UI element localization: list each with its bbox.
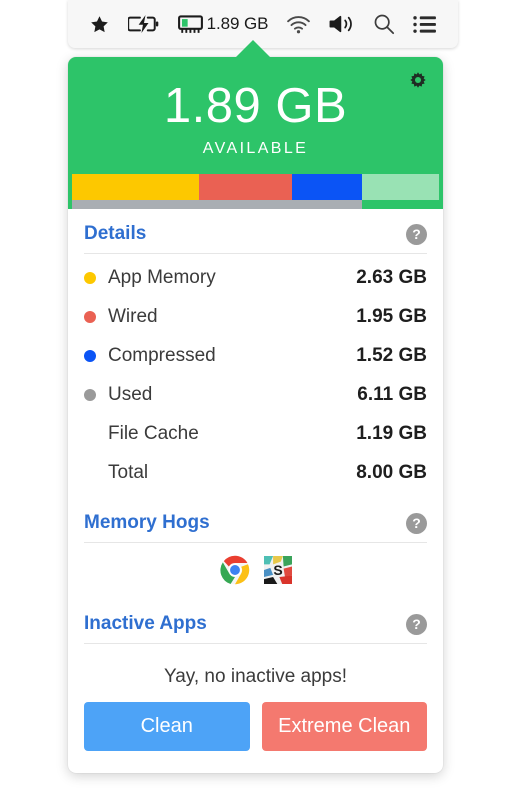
details-section-header: Details ? bbox=[68, 209, 443, 253]
legend-dot-icon bbox=[84, 310, 96, 323]
detail-row-value: 1.95 GB bbox=[356, 305, 427, 327]
legend-dot-icon bbox=[84, 349, 96, 362]
detail-row-label: File Cache bbox=[108, 422, 199, 444]
memory-bar-container bbox=[68, 174, 443, 201]
legend-dot-placeholder bbox=[84, 428, 96, 440]
detail-row-value: 2.63 GB bbox=[356, 266, 427, 288]
memory-hogs-title: Memory Hogs bbox=[84, 512, 210, 534]
list-icon[interactable] bbox=[413, 9, 437, 39]
memory-hogs-help-icon[interactable]: ? bbox=[406, 512, 427, 534]
ram-menu-value: 1.89 GB bbox=[206, 14, 269, 33]
inactive-apps-message: Yay, no inactive apps! bbox=[163, 666, 348, 688]
ram-chip-icon bbox=[177, 14, 203, 34]
clean-button[interactable]: Clean bbox=[84, 702, 250, 752]
gear-icon[interactable] bbox=[407, 69, 429, 91]
detail-row: Wired 1.95 GB bbox=[84, 297, 427, 336]
detail-row-label: Compressed bbox=[108, 344, 216, 366]
detail-row-label: Used bbox=[108, 383, 153, 405]
memory-bar bbox=[72, 174, 439, 201]
memory-hogs-list: S bbox=[68, 543, 443, 599]
detail-row: Total 8.00 GB bbox=[84, 453, 427, 492]
inactive-apps-help-icon[interactable]: ? bbox=[406, 613, 427, 635]
detail-row-label: Total bbox=[108, 461, 149, 483]
star-icon[interactable] bbox=[89, 9, 110, 39]
available-memory-label: AVAILABLE bbox=[202, 140, 309, 158]
details-help-icon[interactable]: ? bbox=[406, 223, 427, 245]
memory-hogs-section-header: Memory Hogs ? bbox=[68, 498, 443, 542]
available-memory-value: 1.89 GB bbox=[163, 79, 348, 133]
memory-bar-segment-compressed bbox=[292, 174, 362, 201]
inactive-apps-title: Inactive Apps bbox=[84, 613, 207, 635]
detail-row-value: 1.52 GB bbox=[356, 344, 427, 366]
battery-charging-icon[interactable] bbox=[127, 9, 160, 39]
detail-row-value: 1.19 GB bbox=[356, 422, 427, 444]
action-buttons: Clean Extreme Clean bbox=[68, 694, 443, 773]
detail-row: File Cache 1.19 GB bbox=[84, 414, 427, 453]
details-rows: App Memory 2.63 GB Wired 1.95 GB Compressed 1… bbox=[68, 254, 443, 498]
popover-pointer bbox=[235, 40, 271, 58]
memory-popover-panel: 1.89 GB AVAILABLE Details ? App Memory 2.… bbox=[68, 57, 443, 774]
chrome-app-icon[interactable] bbox=[219, 555, 250, 585]
wifi-icon[interactable] bbox=[286, 9, 311, 39]
legend-dot-icon bbox=[84, 388, 96, 401]
memory-bar-segment-app-memory bbox=[72, 174, 199, 201]
svg-text:S: S bbox=[273, 562, 282, 578]
detail-row: Compressed 1.52 GB bbox=[84, 336, 427, 375]
popover-header: 1.89 GB AVAILABLE bbox=[68, 57, 443, 175]
ram-menu-item[interactable]: 1.89 GB bbox=[177, 14, 269, 34]
search-icon[interactable] bbox=[373, 9, 395, 39]
details-title: Details bbox=[84, 223, 147, 245]
detail-row-value: 6.11 GB bbox=[357, 383, 427, 405]
detail-row: App Memory 2.63 GB bbox=[84, 258, 427, 297]
detail-row: Used 6.11 GB bbox=[84, 375, 427, 414]
inactive-apps-section-header: Inactive Apps ? bbox=[68, 599, 443, 643]
legend-dot-placeholder bbox=[84, 467, 96, 479]
detail-row-value: 8.00 GB bbox=[356, 461, 427, 483]
memory-underbar-container bbox=[68, 200, 443, 210]
detail-row-label: Wired bbox=[108, 305, 158, 327]
memory-bar-segment-wired bbox=[198, 174, 293, 201]
legend-dot-icon bbox=[84, 271, 96, 284]
volume-icon[interactable] bbox=[329, 9, 355, 39]
memory-used-underbar bbox=[72, 200, 362, 210]
memory-bar-segment-free bbox=[361, 174, 439, 201]
detail-row-label: App Memory bbox=[108, 266, 216, 288]
slack-app-icon[interactable]: S bbox=[263, 556, 292, 585]
extreme-clean-button[interactable]: Extreme Clean bbox=[261, 702, 427, 752]
